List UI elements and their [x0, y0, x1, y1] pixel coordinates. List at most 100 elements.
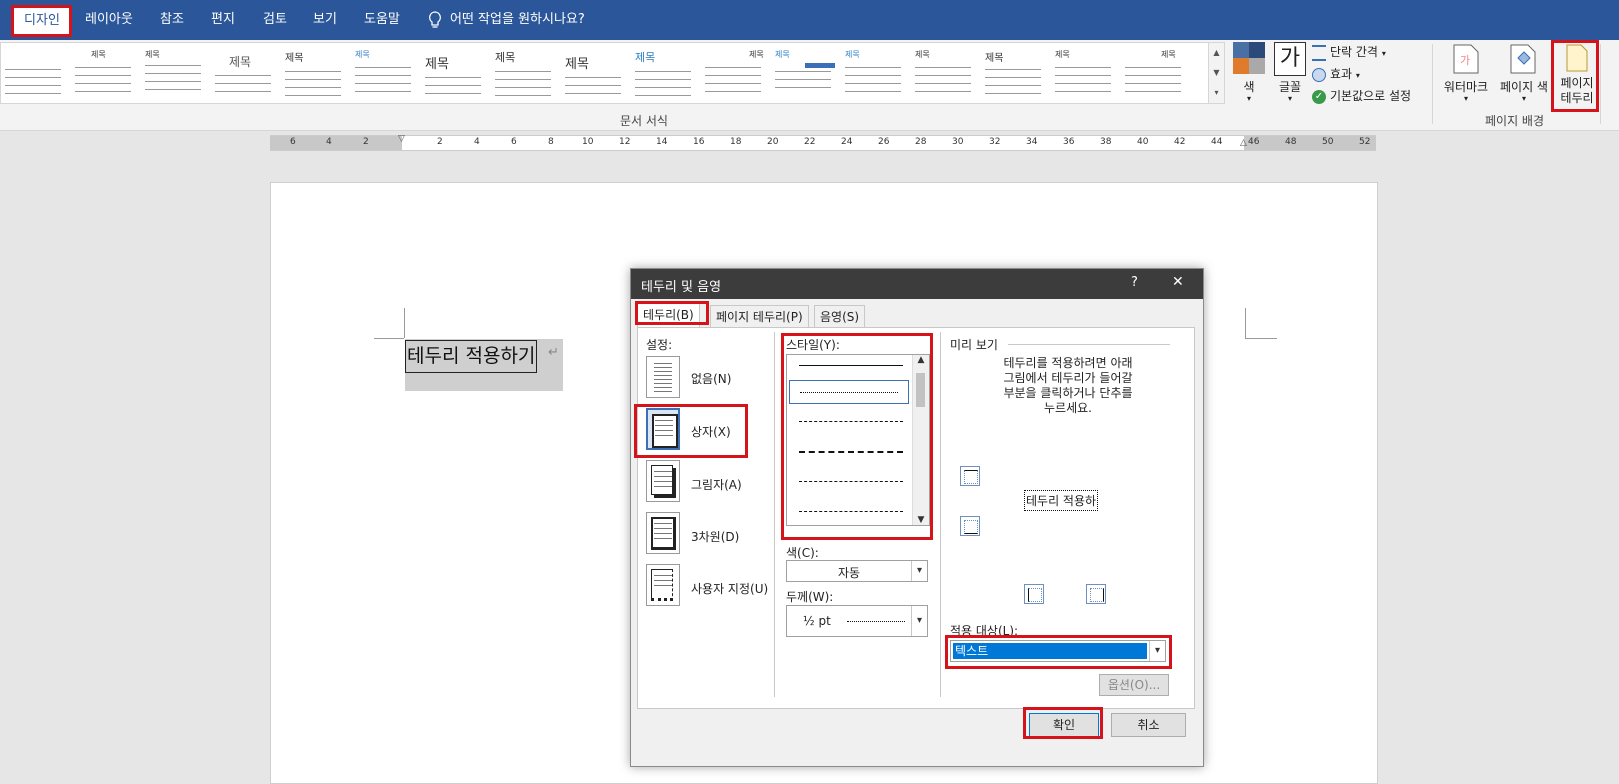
dialog-title: 테두리 및 음영: [641, 280, 722, 295]
style-thumb[interactable]: 제목: [491, 45, 557, 101]
document-formatting-gallery[interactable]: 제목 제목 제목 제목 제목 제목 제목 제목 제목 제목 제목 제목 제목 제…: [0, 42, 1210, 104]
preview-sample-text[interactable]: 테두리 적용하: [1024, 490, 1099, 511]
style-thumb[interactable]: 제목: [351, 45, 417, 101]
ruler-margin-right: [1244, 136, 1376, 150]
chevron-down-icon: ▾: [1355, 71, 1360, 80]
ruler-tick: 34: [1026, 137, 1038, 147]
ruler-tick: 46: [1248, 137, 1260, 147]
width-line-sample: [847, 621, 905, 622]
options-button[interactable]: 옵션(O)...: [1099, 674, 1169, 696]
tab-help[interactable]: 도움말: [364, 0, 400, 40]
tab-review[interactable]: 검토: [263, 0, 287, 40]
page-color-icon: [1510, 44, 1536, 74]
top-border-button[interactable]: [960, 466, 980, 486]
page-color-button[interactable]: 페이지 색 ▾: [1494, 42, 1554, 116]
ruler-tick: 14: [656, 137, 668, 147]
paragraph-spacing-button[interactable]: 단락 간격 ▾: [1312, 42, 1386, 62]
ruler-tick: 50: [1322, 137, 1334, 147]
style-thumb[interactable]: 제목: [631, 45, 697, 101]
setting-custom-label[interactable]: 사용자 지정(U): [691, 580, 768, 597]
set-default-label: 기본값으로 설정: [1330, 89, 1412, 103]
indent-marker-icon[interactable]: ▽: [398, 134, 405, 144]
style-thumb[interactable]: 제목: [771, 45, 837, 101]
style-thumb[interactable]: 제목: [1121, 45, 1187, 101]
setting-none-label[interactable]: 없음(N): [691, 370, 731, 387]
lightbulb-icon: [429, 10, 441, 28]
ruler-tick: 2: [363, 137, 369, 147]
right-indent-marker-icon[interactable]: △: [1240, 138, 1247, 148]
width-value: ½ pt: [803, 614, 831, 628]
group-label-page-background: 페이지 배경: [1485, 114, 1545, 128]
group-label-document-formatting: 문서 서식: [620, 114, 668, 128]
setting-3d-label[interactable]: 3차원(D): [691, 528, 739, 545]
style-thumb[interactable]: 제목: [561, 45, 627, 101]
ruler-tick: 4: [326, 137, 332, 147]
tab-shading[interactable]: 음영(S): [814, 305, 866, 328]
ruler-tick: 6: [511, 137, 517, 147]
gallery-scroll[interactable]: ▲ ▼ ▾: [1208, 42, 1225, 104]
chevron-down-icon[interactable]: ▾: [911, 561, 927, 581]
close-button[interactable]: ✕: [1172, 274, 1184, 290]
style-thumb[interactable]: 제목: [281, 45, 347, 101]
fonts-label: 글꼴: [1278, 80, 1302, 94]
setting-3d-icon[interactable]: [646, 512, 680, 554]
margin-corner-mark: [1245, 308, 1246, 338]
fonts-button[interactable]: 가 글꼴 ▾: [1272, 42, 1308, 116]
tell-me-search[interactable]: 어떤 작업을 원하시나요?: [428, 0, 585, 40]
chevron-down-icon: ▾: [1381, 49, 1386, 58]
help-button[interactable]: ?: [1131, 275, 1138, 290]
chevron-down-icon: ▾: [1287, 94, 1292, 103]
checkmark-icon: ✓: [1312, 89, 1326, 104]
paragraph-spacing-label: 단락 간격: [1330, 45, 1378, 59]
tab-references[interactable]: 참조: [160, 0, 184, 40]
style-thumb[interactable]: 제목: [981, 45, 1047, 101]
style-thumb[interactable]: 제목: [421, 45, 487, 101]
watermark-button[interactable]: 가 워터마크 ▾: [1440, 42, 1492, 116]
ruler-tick: 40: [1137, 137, 1149, 147]
style-thumb[interactable]: 제목: [71, 45, 137, 101]
chevron-down-icon: ▾: [1521, 94, 1526, 103]
tab-view[interactable]: 보기: [313, 0, 337, 40]
highlight-box-page-borders: [1551, 40, 1599, 112]
setting-shadow-label[interactable]: 그림자(A): [691, 476, 742, 493]
paragraph-mark: ↵: [548, 345, 559, 360]
style-thumb[interactable]: 제목: [141, 45, 207, 101]
horizontal-ruler[interactable]: 6 4 2 2 4 6 8 10 12 14 16 18 20 22 24 26…: [270, 134, 1376, 151]
color-palette-icon: [1233, 42, 1265, 74]
color-dropdown[interactable]: 자동 ▾: [786, 560, 928, 582]
column-separator: [774, 332, 775, 697]
setting-custom-icon[interactable]: [646, 564, 680, 606]
setting-shadow-icon[interactable]: [646, 460, 680, 502]
chevron-down-icon[interactable]: ▾: [911, 606, 927, 636]
setting-none-icon[interactable]: [646, 356, 680, 398]
ruler-tick: 8: [548, 137, 554, 147]
left-border-button[interactable]: [1024, 584, 1044, 604]
right-border-button[interactable]: [1086, 584, 1106, 604]
style-thumb[interactable]: 제목: [841, 45, 907, 101]
bottom-border-button[interactable]: [960, 516, 980, 536]
highlight-box-apply-to: [945, 635, 1172, 669]
style-thumb[interactable]: 제목: [1051, 45, 1117, 101]
style-thumb[interactable]: 제목: [911, 45, 977, 101]
style-thumb[interactable]: 제목: [701, 45, 767, 101]
ribbon-separator: [1600, 44, 1601, 124]
style-thumb[interactable]: 제목: [211, 45, 277, 101]
paragraph-spacing-icon: [1312, 44, 1326, 61]
set-default-button[interactable]: ✓ 기본값으로 설정: [1312, 86, 1411, 106]
tab-page-borders[interactable]: 페이지 테두리(P): [710, 305, 809, 328]
selected-text[interactable]: 테두리 적용하기: [405, 340, 538, 373]
menu-bar: 디자인 레이아웃 참조 편지 검토 보기 도움말 어떤 작업을 원하시나요?: [0, 0, 1619, 40]
cancel-button[interactable]: 취소: [1111, 713, 1186, 737]
tab-layout[interactable]: 레이아웃: [85, 0, 133, 40]
effects-button[interactable]: 효과 ▾: [1312, 64, 1360, 84]
font-icon: 가: [1274, 42, 1306, 76]
ruler-tick: 12: [619, 137, 631, 147]
width-label: 두께(W):: [786, 590, 834, 604]
watermark-label: 워터마크: [1443, 80, 1489, 94]
dialog-title-bar[interactable]: 테두리 및 음영 ? ✕: [631, 269, 1203, 299]
tab-mailings[interactable]: 편지: [211, 0, 235, 40]
style-thumb[interactable]: [1, 45, 67, 101]
colors-button[interactable]: 색 ▾: [1232, 42, 1266, 116]
margin-corner-mark: [1245, 338, 1277, 339]
width-dropdown[interactable]: ½ pt ▾: [786, 605, 928, 637]
